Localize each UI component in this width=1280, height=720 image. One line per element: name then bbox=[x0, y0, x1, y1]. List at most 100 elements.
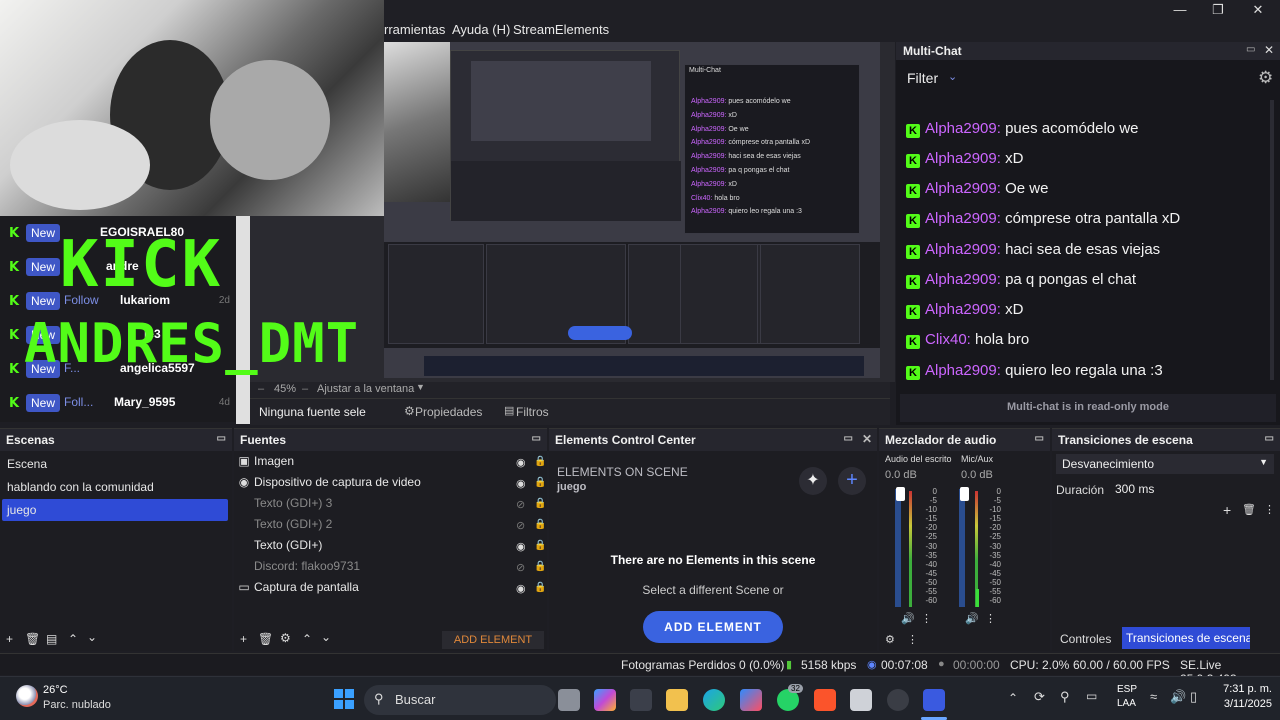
windows-start-icon[interactable] bbox=[334, 689, 354, 709]
source-item[interactable]: ▭ Captura de pantalla ◉ 🔒 bbox=[238, 580, 546, 600]
edge-icon[interactable] bbox=[703, 689, 725, 711]
media-icon[interactable] bbox=[740, 689, 762, 711]
transition-select[interactable]: Desvanecimiento ▼ bbox=[1056, 454, 1274, 474]
display-icon[interactable]: ▭ bbox=[1086, 689, 1097, 703]
lock-icon[interactable]: 🔒 bbox=[534, 561, 546, 572]
close-icon[interactable]: ✕ bbox=[1264, 43, 1274, 57]
wifi-icon[interactable]: ≈ bbox=[1150, 689, 1157, 704]
undock-icon[interactable]: ▭ bbox=[1035, 433, 1044, 444]
app-icon[interactable] bbox=[630, 689, 652, 711]
obs-icon[interactable] bbox=[887, 689, 909, 711]
language-layout[interactable]: LAA bbox=[1117, 698, 1136, 709]
source-item[interactable]: Discord: flakoo9731 ⊘ 🔒 bbox=[238, 559, 546, 579]
language-code[interactable]: ESP bbox=[1117, 684, 1137, 695]
scene-item[interactable]: Escena bbox=[2, 453, 228, 475]
fit-window-select[interactable]: Ajustar a la ventana bbox=[317, 383, 414, 395]
task-view-icon[interactable] bbox=[558, 689, 580, 711]
weather-desc[interactable]: Parc. nublado bbox=[43, 699, 111, 711]
app-icon[interactable] bbox=[850, 689, 872, 711]
undock-icon[interactable]: ▭ bbox=[217, 433, 226, 444]
lock-icon[interactable]: 🔒 bbox=[534, 456, 546, 467]
clock-date[interactable]: 3/11/2025 bbox=[1210, 698, 1272, 710]
duration-input[interactable]: 300 ms bbox=[1110, 479, 1274, 499]
properties-button[interactable]: Propiedades bbox=[415, 405, 482, 419]
minimize-icon[interactable]: — bbox=[1162, 2, 1198, 20]
chevron-up-icon[interactable]: ⌃ bbox=[302, 632, 312, 646]
chevron-up-icon[interactable]: ⌃ bbox=[68, 632, 78, 646]
lock-icon[interactable]: 🔒 bbox=[534, 540, 546, 551]
eye-hidden-icon[interactable]: ⊘ bbox=[516, 561, 525, 574]
eye-icon[interactable]: ◉ bbox=[516, 582, 526, 595]
tab-transitions[interactable]: Transiciones de escena bbox=[1122, 627, 1250, 649]
eye-hidden-icon[interactable]: ⊘ bbox=[516, 519, 525, 532]
clock-time[interactable]: 7:31 p. m. bbox=[1210, 683, 1272, 695]
zoom-level[interactable]: 45% bbox=[274, 383, 296, 395]
close-icon[interactable]: ✕ bbox=[1240, 2, 1276, 20]
eye-icon[interactable]: ◉ bbox=[516, 540, 526, 553]
chevron-down-icon[interactable]: ▼ bbox=[416, 382, 425, 392]
filter-icon[interactable]: ▤ bbox=[504, 404, 514, 417]
trash-icon[interactable]: 🗑 bbox=[25, 632, 40, 646]
taskbar-search[interactable]: ⚲ Buscar bbox=[364, 685, 556, 715]
sparkle-icon[interactable]: ✦ bbox=[799, 467, 827, 495]
scene-item-selected[interactable]: juego bbox=[2, 499, 228, 521]
eye-icon[interactable]: ◉ bbox=[516, 456, 526, 469]
speaker-icon[interactable]: 🔊 bbox=[965, 612, 979, 625]
filter-icon[interactable]: ▤ bbox=[46, 632, 57, 646]
filter-dropdown[interactable]: Filter bbox=[907, 70, 938, 86]
add-element-small-button[interactable]: ADD ELEMENT bbox=[442, 631, 544, 649]
volume-slider-handle[interactable] bbox=[960, 487, 969, 501]
lock-icon[interactable]: 🔒 bbox=[534, 477, 546, 488]
lock-icon[interactable]: 🔒 bbox=[534, 498, 546, 509]
chevron-up-icon[interactable]: ⌃ bbox=[1008, 691, 1018, 705]
speaker-icon[interactable]: 🔊 bbox=[901, 612, 915, 625]
menu-streamelements[interactable]: StreamElements bbox=[513, 22, 609, 37]
add-icon[interactable]: + bbox=[838, 467, 866, 495]
more-icon[interactable]: ⋮ bbox=[907, 633, 918, 646]
eye-hidden-icon[interactable]: ⊘ bbox=[516, 498, 525, 511]
gear-icon[interactable]: ⚙ bbox=[885, 633, 895, 646]
filters-button[interactable]: Filtros bbox=[516, 405, 549, 419]
sync-icon[interactable]: ⟳ bbox=[1034, 689, 1045, 705]
menu-help[interactable]: Ayuda (H) bbox=[452, 22, 510, 37]
gear-icon[interactable]: ⚙ bbox=[404, 404, 415, 418]
maximize-icon[interactable]: ❐ bbox=[1200, 2, 1236, 20]
tab-controls[interactable]: Controles bbox=[1060, 632, 1111, 646]
chevron-down-icon[interactable]: ⌄ bbox=[948, 70, 957, 83]
add-icon[interactable]: + bbox=[240, 632, 247, 646]
source-item[interactable]: Texto (GDI+) ◉ 🔒 bbox=[238, 538, 546, 558]
volume-icon[interactable]: 🔊 bbox=[1170, 689, 1186, 705]
file-explorer-icon[interactable] bbox=[666, 689, 688, 711]
lock-icon[interactable]: 🔒 bbox=[534, 519, 546, 530]
undock-icon[interactable]: ▭ bbox=[1265, 433, 1274, 444]
copilot-icon[interactable] bbox=[594, 689, 616, 711]
weather-icon[interactable] bbox=[16, 685, 38, 707]
weather-temp[interactable]: 26°C bbox=[43, 684, 68, 696]
source-item[interactable]: Texto (GDI+) 3 ⊘ 🔒 bbox=[238, 496, 546, 516]
more-icon[interactable]: ⋮ bbox=[1264, 503, 1275, 516]
source-item[interactable]: ▣ Imagen ◉ 🔒 bbox=[238, 454, 546, 474]
undock-icon[interactable]: ▭ bbox=[844, 433, 853, 444]
trash-icon[interactable]: 🗑 bbox=[1242, 503, 1256, 516]
source-item[interactable]: Texto (GDI+) 2 ⊘ 🔒 bbox=[238, 517, 546, 537]
trash-icon[interactable]: 🗑 bbox=[258, 632, 273, 646]
scene-item[interactable]: hablando con la comunidad bbox=[2, 476, 228, 498]
undock-icon[interactable]: ▭ bbox=[532, 433, 541, 444]
chevron-down-icon[interactable]: ⌄ bbox=[87, 630, 97, 644]
gear-icon[interactable]: ⚙ bbox=[1258, 68, 1273, 88]
volume-slider-handle[interactable] bbox=[896, 487, 905, 501]
source-item[interactable]: ◉ Dispositivo de captura de video ◉ 🔒 bbox=[238, 475, 547, 495]
battery-icon[interactable]: ▯ bbox=[1190, 689, 1197, 705]
brave-icon[interactable] bbox=[814, 689, 836, 711]
undock-icon[interactable]: ▭ bbox=[1246, 44, 1255, 55]
lock-icon[interactable]: 🔒 bbox=[534, 582, 546, 593]
chevron-down-icon[interactable]: ⌄ bbox=[321, 630, 331, 644]
gear-icon[interactable]: ⚙ bbox=[280, 631, 291, 645]
add-element-button[interactable]: ADD ELEMENT bbox=[643, 611, 783, 643]
eye-icon[interactable]: ◉ bbox=[516, 477, 526, 490]
add-icon[interactable]: + bbox=[1223, 502, 1231, 518]
microphone-icon[interactable]: ⚲ bbox=[1060, 689, 1070, 705]
menu-tools[interactable]: rramientas bbox=[384, 22, 445, 37]
scrollbar[interactable] bbox=[1270, 100, 1274, 380]
add-icon[interactable]: + bbox=[6, 632, 13, 646]
